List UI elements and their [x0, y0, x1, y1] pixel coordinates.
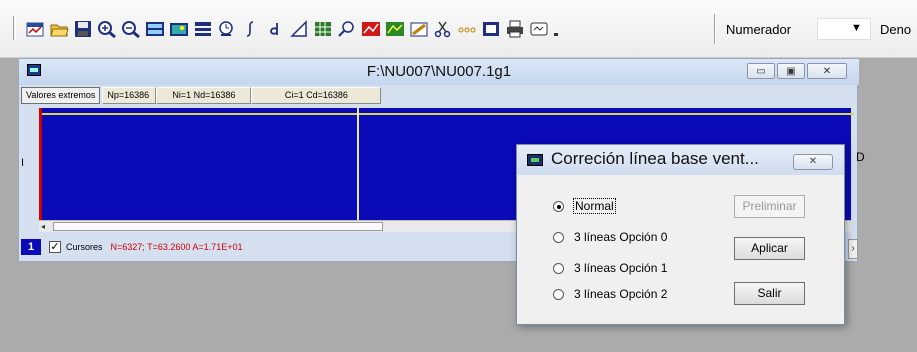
close-button[interactable]: ✕ [807, 63, 847, 79]
zoom-out-icon[interactable] [120, 19, 141, 40]
plot-axis-label: I [21, 157, 25, 169]
image-view-icon[interactable] [168, 19, 189, 40]
scroll-left-icon[interactable]: ◂ [41, 222, 45, 231]
chevron-down-icon[interactable]: ▼ [851, 22, 862, 34]
radio-dot[interactable] [553, 288, 564, 300]
radio-dot[interactable] [553, 262, 564, 274]
chart-view-icon[interactable] [144, 19, 165, 40]
dialog-title: Correción línea base vent... [551, 149, 759, 168]
scroll-right-icon[interactable]: › [848, 239, 858, 259]
radio-dot[interactable] [553, 200, 564, 212]
radio-label: 3 líneas Opción 0 [574, 230, 668, 244]
salir-button[interactable]: Salir [734, 282, 805, 305]
minimize-button[interactable]: ▭ [747, 63, 775, 79]
radio-dot[interactable] [553, 231, 564, 243]
layout-icon[interactable] [192, 19, 213, 40]
cursors-checkbox[interactable]: ✓ [49, 241, 61, 253]
cursor-line[interactable] [357, 108, 359, 220]
green-chart-icon[interactable] [384, 19, 405, 40]
baseline-correction-dialog: Correción línea base vent... ✕ Normal 3 … [516, 144, 845, 325]
toolbar-icons [24, 18, 563, 40]
grid-table-icon[interactable] [312, 19, 333, 40]
search-icon[interactable] [336, 19, 357, 40]
numerador-combo[interactable] [817, 18, 871, 40]
cursors-label: Cursores [66, 242, 103, 252]
numerador-label: Numerador [726, 22, 792, 37]
toolbar-grip[interactable] [13, 16, 16, 40]
radio-label: Normal [573, 198, 616, 214]
maximize-button[interactable]: ▣ [777, 63, 805, 79]
radio-option-1[interactable]: 3 líneas Opción 1 [553, 260, 667, 276]
pencil-icon[interactable] [408, 19, 429, 40]
radio-label: 3 líneas Opción 2 [574, 287, 668, 301]
toolbar-separator [714, 14, 716, 44]
save-sheet-icon[interactable] [24, 19, 45, 40]
signal-trace [42, 113, 854, 115]
document-title-bar[interactable]: F:\NU007\NU007.1g1 ▭ ▣ ✕ [19, 59, 859, 85]
zoom-in-icon[interactable] [96, 19, 117, 40]
ellipsis-icon[interactable] [456, 19, 477, 40]
radio-normal[interactable]: Normal [553, 198, 616, 214]
radio-option-2[interactable]: 3 líneas Opción 2 [553, 286, 667, 302]
window-icon[interactable] [528, 19, 549, 40]
radio-option-0[interactable]: 3 líneas Opción 0 [553, 229, 667, 245]
extremes-button[interactable]: Valores extremos [21, 87, 101, 104]
red-chart-icon[interactable] [360, 19, 381, 40]
ci-cd-field: Ci=1 Cd=16386 [251, 87, 382, 104]
dropdown-arrow-icon[interactable] [552, 19, 560, 40]
dialog-title-bar[interactable]: Correción línea base vent... ✕ [517, 145, 844, 175]
frame-icon[interactable] [480, 19, 501, 40]
derivative-icon[interactable] [264, 19, 285, 40]
aplicar-button[interactable]: Aplicar [734, 237, 805, 260]
channel-number: 1 [21, 239, 41, 255]
scroll-thumb[interactable] [53, 222, 383, 231]
cursor-readout: N=6327; T=63.2600 A=1.71E+01 [110, 242, 243, 252]
np-field: Np=16386 [102, 87, 157, 104]
print-icon[interactable] [504, 19, 525, 40]
ni-nd-field: Ni=1 Nd=16386 [156, 87, 252, 104]
edge-label: D [856, 150, 865, 164]
document-title: F:\NU007\NU007.1g1 [366, 63, 512, 80]
dialog-close-button[interactable]: ✕ [793, 154, 833, 170]
cut-icon[interactable] [432, 19, 453, 40]
preliminar-button[interactable]: Preliminar [734, 195, 805, 218]
main-toolbar: Numerador ▼ Deno [0, 0, 917, 58]
info-bar: Valores extremos Np=16386 Ni=1 Nd=16386 … [21, 87, 382, 104]
floppy-save-icon[interactable] [72, 19, 93, 40]
dialog-app-icon [527, 154, 543, 166]
open-folder-icon[interactable] [48, 19, 69, 40]
time-icon[interactable] [216, 19, 237, 40]
radio-label: 3 líneas Opción 1 [574, 261, 668, 275]
integral-icon[interactable] [240, 19, 261, 40]
triangle-ruler-icon[interactable] [288, 19, 309, 40]
denominador-label: Deno [880, 22, 912, 37]
